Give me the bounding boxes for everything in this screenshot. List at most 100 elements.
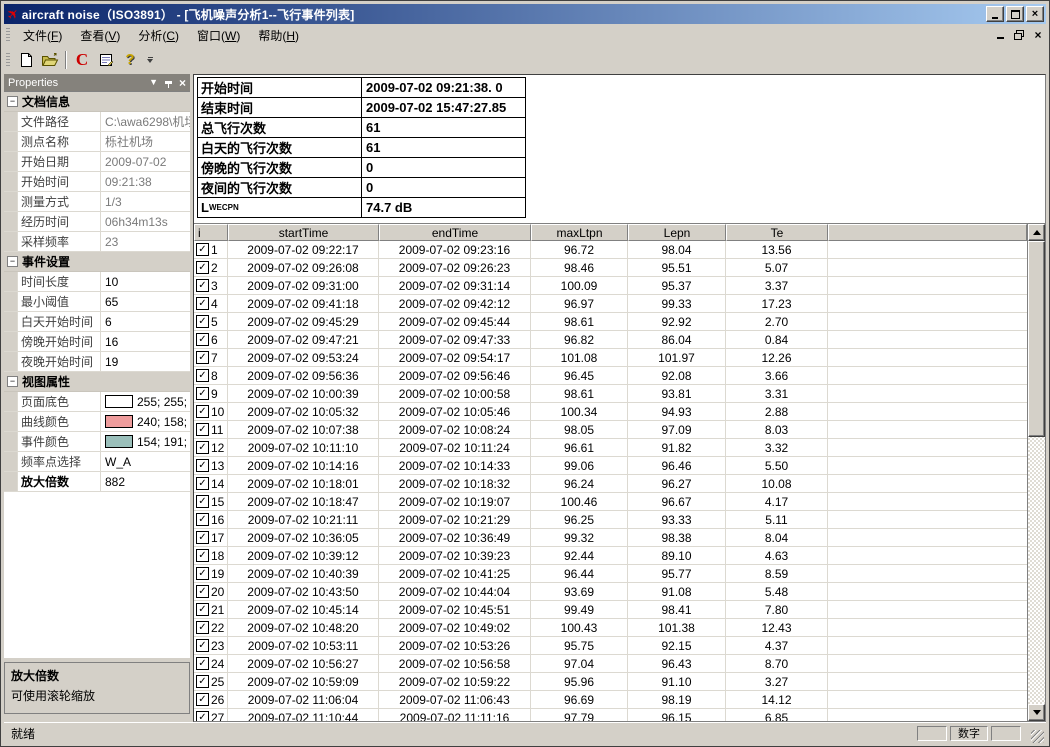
row-checkbox[interactable]: ✓ <box>196 675 209 688</box>
table-row[interactable]: ✓212009-07-02 10:45:142009-07-02 10:45:5… <box>194 601 1027 619</box>
row-checkbox[interactable]: ✓ <box>196 441 209 454</box>
row-checkbox[interactable]: ✓ <box>196 495 209 508</box>
vertical-scrollbar[interactable] <box>1027 224 1045 721</box>
table-row[interactable]: ✓122009-07-02 10:11:102009-07-02 10:11:2… <box>194 439 1027 457</box>
row-checkbox[interactable]: ✓ <box>196 513 209 526</box>
close-button[interactable]: × <box>1026 6 1044 22</box>
column-header-i[interactable]: i <box>194 224 228 241</box>
property-row[interactable]: 测量方式1/3 <box>4 192 190 212</box>
property-section-header[interactable]: −文档信息 <box>4 92 190 112</box>
row-checkbox[interactable]: ✓ <box>196 639 209 652</box>
toolbar-grip[interactable] <box>6 53 10 67</box>
property-row[interactable]: 曲线颜色240; 158; 15 <box>4 412 190 432</box>
row-checkbox[interactable]: ✓ <box>196 387 209 400</box>
row-checkbox[interactable]: ✓ <box>196 369 209 382</box>
mdi-minimize-button[interactable] <box>992 28 1008 42</box>
property-value[interactable]: 10 <box>101 275 190 289</box>
property-row[interactable]: 文件路径C:\awa6298\机场 <box>4 112 190 132</box>
property-row[interactable]: 频率点选择W_A <box>4 452 190 472</box>
toolbar-overflow-button[interactable] <box>144 49 156 71</box>
table-row[interactable]: ✓82009-07-02 09:56:362009-07-02 09:56:46… <box>194 367 1027 385</box>
property-value[interactable]: 255; 255; 25 <box>101 395 190 409</box>
column-header-starttime[interactable]: startTime <box>228 224 379 241</box>
property-value[interactable]: C:\awa6298\机场 <box>101 113 190 130</box>
property-row[interactable]: 测点名称栎社机场 <box>4 132 190 152</box>
table-row[interactable]: ✓222009-07-02 10:48:202009-07-02 10:49:0… <box>194 619 1027 637</box>
property-row[interactable]: 开始日期2009-07-02 <box>4 152 190 172</box>
scroll-up-button[interactable] <box>1028 224 1045 241</box>
row-checkbox[interactable]: ✓ <box>196 603 209 616</box>
row-checkbox[interactable]: ✓ <box>196 351 209 364</box>
row-checkbox[interactable]: ✓ <box>196 333 209 346</box>
row-checkbox[interactable]: ✓ <box>196 693 209 706</box>
row-checkbox[interactable]: ✓ <box>196 621 209 634</box>
table-row[interactable]: ✓232009-07-02 10:53:112009-07-02 10:53:2… <box>194 637 1027 655</box>
property-row[interactable]: 开始时间09:21:38 <box>4 172 190 192</box>
property-value[interactable]: 09:21:38 <box>101 175 190 189</box>
row-checkbox[interactable]: ✓ <box>196 711 209 721</box>
table-row[interactable]: ✓92009-07-02 10:00:392009-07-02 10:00:58… <box>194 385 1027 403</box>
property-row[interactable]: 最小阈值65 <box>4 292 190 312</box>
table-row[interactable]: ✓152009-07-02 10:18:472009-07-02 10:19:0… <box>194 493 1027 511</box>
maximize-button[interactable] <box>1006 6 1024 22</box>
row-checkbox[interactable]: ✓ <box>196 261 209 274</box>
table-row[interactable]: ✓102009-07-02 10:05:322009-07-02 10:05:4… <box>194 403 1027 421</box>
table-row[interactable]: ✓202009-07-02 10:43:502009-07-02 10:44:0… <box>194 583 1027 601</box>
resize-grip[interactable] <box>1031 730 1044 743</box>
help-button[interactable]: ? <box>119 49 141 71</box>
color-swatch[interactable] <box>105 395 133 408</box>
table-row[interactable]: ✓242009-07-02 10:56:272009-07-02 10:56:5… <box>194 655 1027 673</box>
row-checkbox[interactable]: ✓ <box>196 531 209 544</box>
table-row[interactable]: ✓62009-07-02 09:47:212009-07-02 09:47:33… <box>194 331 1027 349</box>
menu-item-help[interactable]: 帮助(H) <box>249 25 308 46</box>
row-checkbox[interactable]: ✓ <box>196 567 209 580</box>
mdi-close-button[interactable]: × <box>1030 28 1046 42</box>
color-swatch[interactable] <box>105 415 133 428</box>
row-checkbox[interactable]: ✓ <box>196 459 209 472</box>
menu-item-view[interactable]: 查看(V) <box>71 25 129 46</box>
row-checkbox[interactable]: ✓ <box>196 279 209 292</box>
row-checkbox[interactable]: ✓ <box>196 297 209 310</box>
table-row[interactable]: ✓262009-07-02 11:06:042009-07-02 11:06:4… <box>194 691 1027 709</box>
table-row[interactable]: ✓252009-07-02 10:59:092009-07-02 10:59:2… <box>194 673 1027 691</box>
minimize-button[interactable] <box>986 6 1004 22</box>
table-row[interactable]: ✓72009-07-02 09:53:242009-07-02 09:54:17… <box>194 349 1027 367</box>
table-row[interactable]: ✓52009-07-02 09:45:292009-07-02 09:45:44… <box>194 313 1027 331</box>
column-header-maxltpn[interactable]: maxLtpn <box>531 224 628 241</box>
property-value[interactable]: 1/3 <box>101 195 190 209</box>
property-value[interactable]: 154; 191; 18 <box>101 435 190 449</box>
row-checkbox[interactable]: ✓ <box>196 315 209 328</box>
property-value[interactable]: 6 <box>101 315 190 329</box>
menubar-grip[interactable] <box>6 28 10 42</box>
property-value[interactable]: 23 <box>101 235 190 249</box>
row-checkbox[interactable]: ✓ <box>196 477 209 490</box>
table-row[interactable]: ✓182009-07-02 10:39:122009-07-02 10:39:2… <box>194 547 1027 565</box>
property-value[interactable]: 882 <box>101 475 190 489</box>
table-row[interactable]: ✓112009-07-02 10:07:382009-07-02 10:08:2… <box>194 421 1027 439</box>
collapse-icon[interactable]: − <box>7 96 18 107</box>
property-row[interactable]: 经历时间06h34m13s <box>4 212 190 232</box>
properties-button[interactable] <box>95 49 117 71</box>
table-row[interactable]: ✓12009-07-02 09:22:172009-07-02 09:23:16… <box>194 241 1027 259</box>
property-row[interactable]: 时间长度10 <box>4 272 190 292</box>
property-section-header[interactable]: −视图属性 <box>4 372 190 392</box>
column-header-endtime[interactable]: endTime <box>379 224 531 241</box>
property-row[interactable]: 放大倍数882 <box>4 472 190 492</box>
table-row[interactable]: ✓42009-07-02 09:41:182009-07-02 09:42:12… <box>194 295 1027 313</box>
row-checkbox[interactable]: ✓ <box>196 405 209 418</box>
table-row[interactable]: ✓32009-07-02 09:31:002009-07-02 09:31:14… <box>194 277 1027 295</box>
scrollbar-thumb[interactable] <box>1028 241 1045 437</box>
table-row[interactable]: ✓22009-07-02 09:26:082009-07-02 09:26:23… <box>194 259 1027 277</box>
panel-close-icon[interactable]: × <box>179 78 186 88</box>
property-value[interactable]: 240; 158; 15 <box>101 415 190 429</box>
property-section-header[interactable]: −事件设置 <box>4 252 190 272</box>
property-row[interactable]: 采样频率23 <box>4 232 190 252</box>
property-value[interactable]: 16 <box>101 335 190 349</box>
property-value[interactable]: 06h34m13s <box>101 215 190 229</box>
mdi-restore-button[interactable] <box>1011 28 1027 42</box>
panel-menu-chevron-icon[interactable]: ▼ <box>149 78 158 87</box>
column-header-lepn[interactable]: Lepn <box>628 224 726 241</box>
new-document-button[interactable] <box>15 49 37 71</box>
color-swatch[interactable] <box>105 435 133 448</box>
menu-item-window[interactable]: 窗口(W) <box>188 25 249 46</box>
